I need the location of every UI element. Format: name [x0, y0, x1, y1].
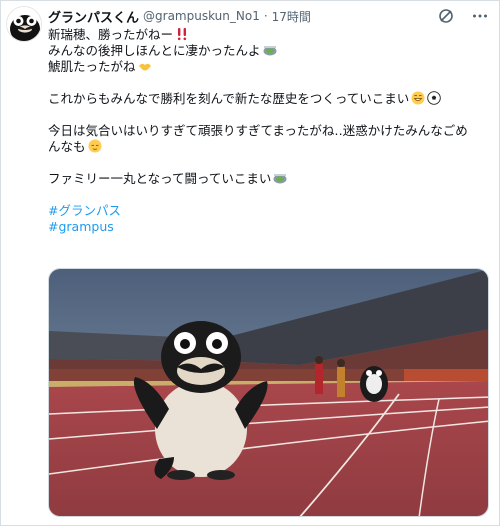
tweet-text: 新瑞穂、勝ったがねー みんなの後押しほんとに凄かったんよ 鯱肌たったがね これか…	[48, 27, 488, 235]
handshake-icon	[138, 59, 152, 73]
separator-dot: ·	[263, 9, 268, 23]
tweet-header: グランパスくん @grampuskun_No1 · 17時間	[48, 6, 311, 26]
avatar[interactable]	[6, 6, 42, 42]
tweet-media-photo[interactable]	[48, 268, 489, 517]
timestamp[interactable]: 17時間	[272, 8, 311, 25]
double-exclamation-icon	[175, 27, 189, 41]
post-line: みんなの後押しほんとに凄かったんよ	[48, 43, 488, 59]
grok-icon[interactable]	[437, 7, 455, 25]
post-line: んなも	[48, 139, 488, 155]
post-line: 今日は気合いはいりすぎて頑張りすぎてまったがね‥迷惑かけたみんなごめ	[48, 123, 468, 138]
grin-icon	[411, 91, 425, 105]
stadium-icon	[273, 171, 287, 185]
display-name[interactable]: グランパスくん	[48, 7, 139, 26]
header-actions	[437, 7, 489, 25]
post-line: ファミリー一丸となって闘っていこまい	[48, 171, 488, 187]
stadium-photo	[49, 269, 488, 516]
post-line: 鯱肌たったがね	[48, 59, 488, 75]
tweet-card: グランパスくん @grampuskun_No1 · 17時間 新瑞穂、勝ったがね…	[0, 0, 500, 526]
user-handle[interactable]: @grampuskun_No1	[143, 9, 260, 23]
stadium-icon	[263, 43, 277, 57]
avatar-image	[7, 7, 41, 41]
more-options-icon[interactable]	[471, 7, 489, 25]
relieved-icon	[88, 139, 102, 153]
post-line: これからもみんなで勝利を刻んで新たな歴史をつくっていこまい	[48, 91, 488, 107]
post-line: 新瑞穂、勝ったがねー	[48, 27, 488, 43]
soccer-ball-icon	[427, 91, 442, 105]
hashtag-link-grampus[interactable]: #grampus	[48, 219, 114, 234]
hashtag-link-grampus-jp[interactable]: #グランパス	[48, 203, 121, 218]
